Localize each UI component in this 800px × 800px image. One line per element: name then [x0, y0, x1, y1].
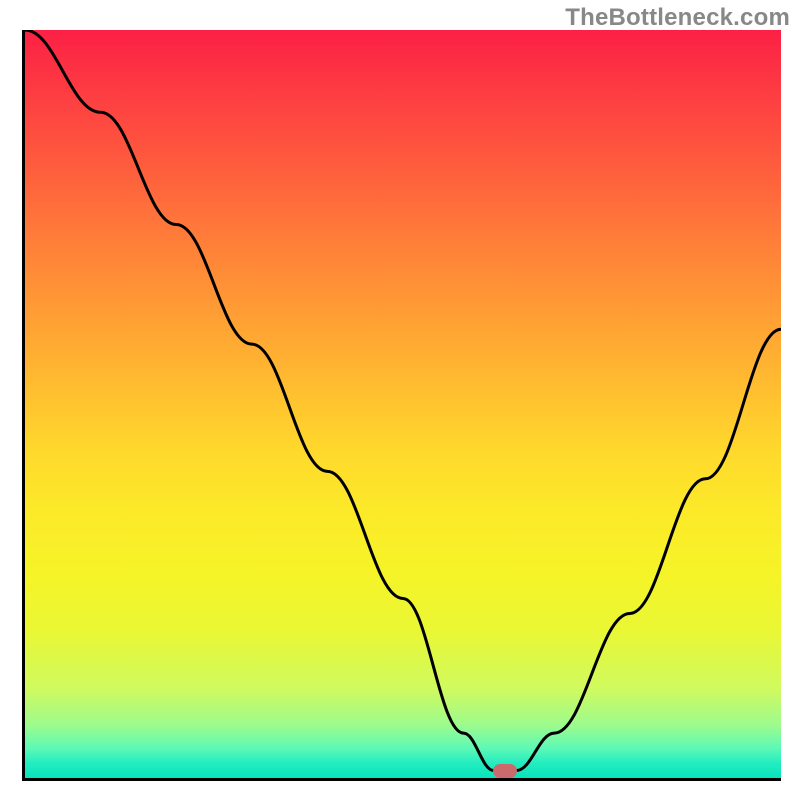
plot-area: [22, 30, 781, 781]
watermark-label: TheBottleneck.com: [565, 4, 790, 32]
optimal-point-marker: [493, 764, 517, 778]
bottleneck-curve: [25, 30, 781, 778]
chart-container: TheBottleneck.com: [0, 0, 800, 800]
